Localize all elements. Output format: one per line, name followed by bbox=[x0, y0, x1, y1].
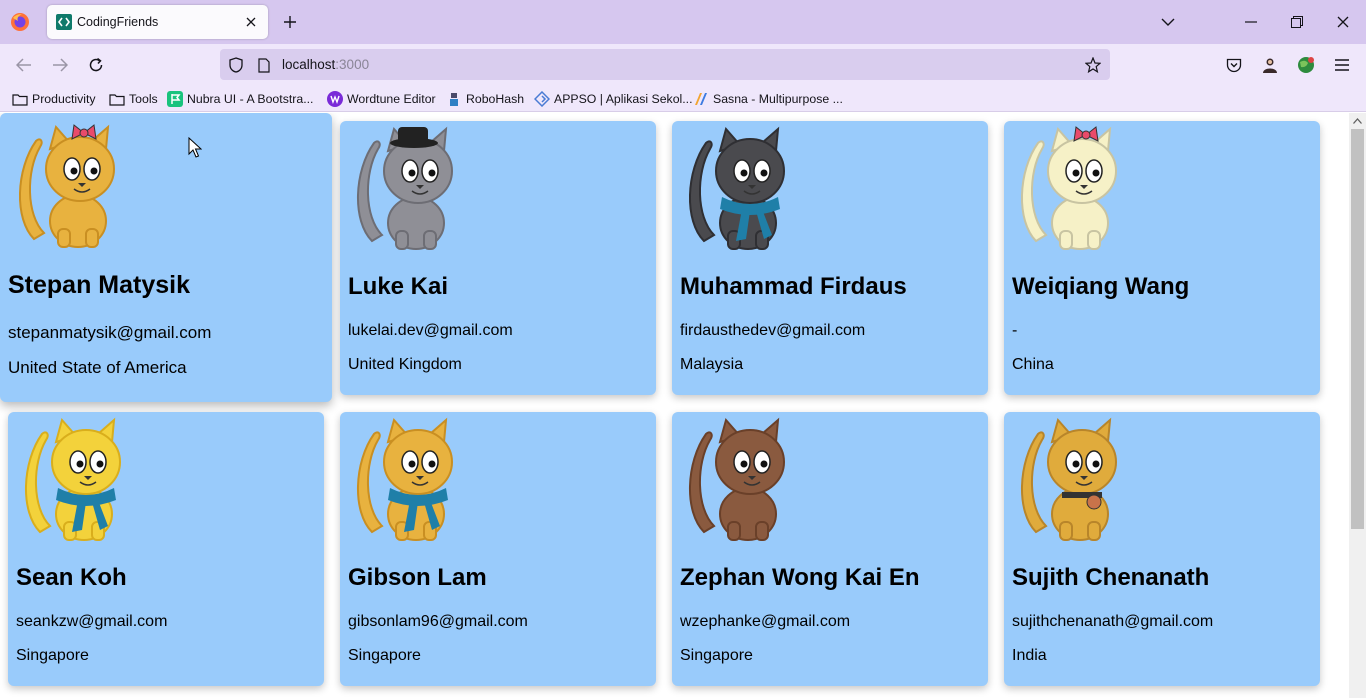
bookmark-nubra-ui[interactable]: Nubra UI - A Bootstra... bbox=[167, 90, 313, 108]
bookmark-sasna[interactable]: Sasna - Multipurpose ... bbox=[693, 90, 843, 108]
tracking-protection-shield-icon[interactable] bbox=[227, 56, 245, 74]
minimize-icon[interactable] bbox=[1228, 0, 1274, 44]
friend-country: United Kingdom bbox=[348, 356, 462, 373]
bookmark-label: RoboHash bbox=[466, 92, 525, 106]
tab-codingfriends[interactable]: CodingFriends bbox=[47, 5, 268, 39]
friend-email: - bbox=[1012, 322, 1018, 339]
appso-icon bbox=[534, 91, 550, 107]
friend-card[interactable]: Zephan Wong Kai En wzephanke@gmail.com S… bbox=[672, 412, 988, 686]
friend-name: Sujith Chenanath bbox=[1012, 564, 1210, 591]
bookmark-label: APPSO | Aplikasi Sekol... bbox=[554, 92, 693, 106]
friend-email: stepanmatysik@gmail.com bbox=[8, 323, 212, 342]
friend-card[interactable]: Sujith Chenanath sujithchenanath@gmail.c… bbox=[1004, 412, 1320, 686]
friend-country: Singapore bbox=[680, 647, 753, 664]
url-host: localhost bbox=[282, 57, 336, 72]
close-tab-icon[interactable] bbox=[240, 11, 262, 33]
page-scrollbar[interactable] bbox=[1349, 113, 1366, 698]
firefox-icon[interactable] bbox=[10, 12, 30, 32]
friend-email: gibsonlam96@gmail.com bbox=[348, 613, 528, 630]
codingfriends-favicon-icon bbox=[56, 14, 72, 30]
friend-country: United State of America bbox=[8, 358, 187, 377]
bookmark-label: Productivity bbox=[32, 92, 96, 106]
restore-icon[interactable] bbox=[1274, 0, 1320, 44]
folder-icon bbox=[12, 91, 28, 107]
bookmark-label: Sasna - Multipurpose ... bbox=[713, 92, 843, 106]
account-avatar-icon[interactable] bbox=[1258, 53, 1282, 77]
friend-card[interactable]: Muhammad Firdaus firdausthedev@gmail.com… bbox=[672, 121, 988, 395]
close-window-icon[interactable] bbox=[1320, 0, 1366, 44]
friend-email: lukelai.dev@gmail.com bbox=[348, 322, 513, 339]
friend-name: Luke Kai bbox=[348, 273, 449, 300]
friend-card[interactable]: Gibson Lam gibsonlam96@gmail.com Singapo… bbox=[340, 412, 656, 686]
friend-country: India bbox=[1012, 647, 1047, 664]
list-all-tabs-icon[interactable] bbox=[1145, 0, 1191, 44]
robohash-icon bbox=[446, 91, 462, 107]
forward-icon[interactable] bbox=[48, 53, 72, 77]
bookmark-tools[interactable]: Tools bbox=[109, 90, 158, 108]
address-bar[interactable]: localhost:3000 bbox=[220, 49, 1110, 80]
bookmark-wordtune[interactable]: Wordtune Editor bbox=[327, 90, 436, 108]
friend-country: Malaysia bbox=[680, 356, 744, 373]
new-tab-icon[interactable] bbox=[280, 12, 300, 32]
bookmark-label: Wordtune Editor bbox=[347, 92, 436, 106]
bookmark-label: Nubra UI - A Bootstra... bbox=[187, 92, 314, 106]
page-info-icon[interactable] bbox=[255, 56, 273, 74]
scrollbar-thumb[interactable] bbox=[1351, 129, 1364, 529]
friend-card[interactable]: Sean Koh seankzw@gmail.com Singapore bbox=[8, 412, 324, 686]
url-text[interactable]: localhost:3000 bbox=[282, 57, 369, 72]
friend-card[interactable]: Luke Kai lukelai.dev@gmail.com United Ki… bbox=[340, 121, 656, 395]
tab-strip: CodingFriends bbox=[0, 0, 1366, 44]
friend-email: sujithchenanath@gmail.com bbox=[1012, 613, 1214, 630]
bookmark-productivity[interactable]: Productivity bbox=[12, 90, 96, 108]
bookmark-star-icon[interactable] bbox=[1084, 56, 1102, 74]
dark-cat-blue-scarf-icon bbox=[688, 126, 785, 250]
orange-cat-blue-scarf-icon bbox=[356, 417, 453, 541]
bookmarks-toolbar: Productivity Tools Nubra UI - A Bootstra… bbox=[0, 86, 1366, 112]
bookmark-robohash[interactable]: RoboHash bbox=[446, 90, 524, 108]
url-port: :3000 bbox=[335, 57, 370, 72]
friend-name: Stepan Matysik bbox=[8, 271, 191, 299]
friend-email: wzephanke@gmail.com bbox=[680, 613, 851, 630]
friend-card[interactable]: Weiqiang Wang - China bbox=[1004, 121, 1320, 395]
navigation-toolbar: localhost:3000 bbox=[0, 44, 1366, 86]
page-viewport: Stepan Matysik stepanmatysik@gmail.com U… bbox=[0, 113, 1349, 698]
sasna-icon bbox=[693, 91, 709, 107]
friend-name: Muhammad Firdaus bbox=[680, 273, 907, 300]
reload-icon[interactable] bbox=[84, 53, 108, 77]
friend-country: China bbox=[1012, 356, 1054, 373]
menu-hamburger-icon[interactable] bbox=[1330, 53, 1354, 77]
friend-email: seankzw@gmail.com bbox=[16, 613, 168, 630]
friend-country: Singapore bbox=[16, 647, 89, 664]
mouse-cursor-icon bbox=[188, 137, 202, 158]
friend-country: Singapore bbox=[348, 647, 421, 664]
cream-cat-pink-bow-icon bbox=[1020, 126, 1117, 250]
bookmark-label: Tools bbox=[129, 92, 158, 106]
wordtune-icon bbox=[327, 91, 343, 107]
friend-card[interactable]: Stepan Matysik stepanmatysik@gmail.com U… bbox=[0, 113, 332, 402]
orange-cat-pink-bow-icon bbox=[18, 124, 115, 248]
scroll-up-arrow-icon[interactable] bbox=[1352, 115, 1363, 126]
friend-name: Gibson Lam bbox=[348, 564, 487, 591]
back-icon[interactable] bbox=[12, 53, 36, 77]
bookmark-appso[interactable]: APPSO | Aplikasi Sekol... bbox=[534, 90, 693, 108]
brown-cat-icon bbox=[688, 417, 785, 541]
spotted-cat-collar-icon bbox=[1020, 417, 1117, 541]
folder-icon bbox=[109, 91, 125, 107]
friend-email: firdausthedev@gmail.com bbox=[680, 322, 866, 339]
yellow-cat-blue-scarf-icon bbox=[24, 417, 121, 541]
friend-name: Weiqiang Wang bbox=[1012, 273, 1190, 300]
gray-cat-black-hat-icon bbox=[356, 126, 453, 250]
friend-name: Zephan Wong Kai En bbox=[680, 564, 920, 591]
pocket-icon[interactable] bbox=[1222, 53, 1246, 77]
tab-title: CodingFriends bbox=[77, 15, 159, 29]
friend-name: Sean Koh bbox=[16, 564, 127, 591]
extension-globe-icon[interactable] bbox=[1294, 53, 1318, 77]
nubra-flag-icon bbox=[167, 91, 183, 107]
